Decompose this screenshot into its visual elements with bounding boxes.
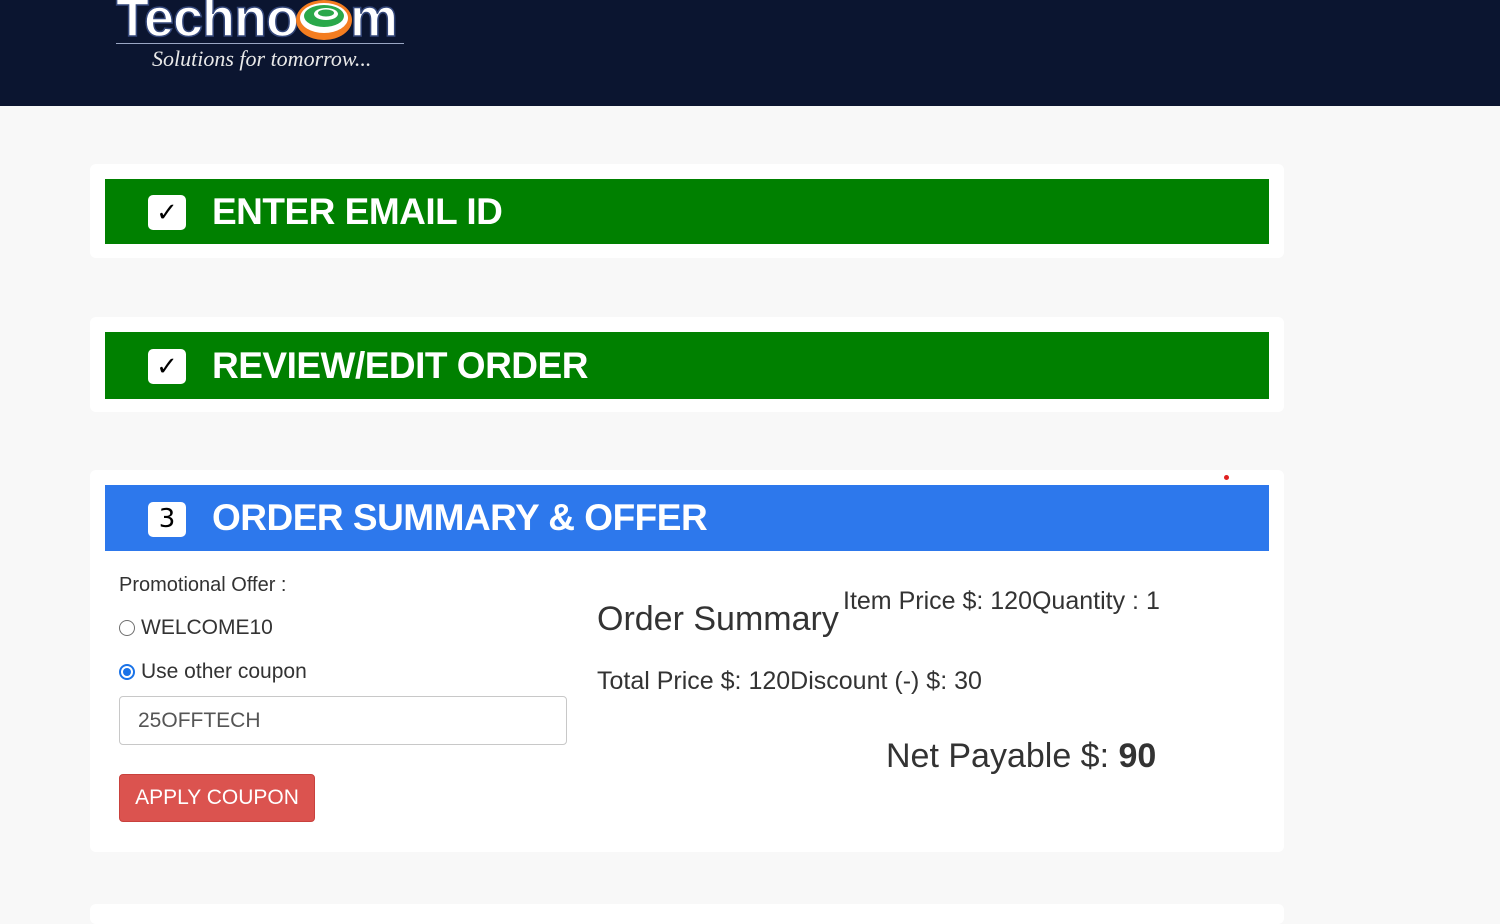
promo-offer-label: Promotional Offer :	[119, 574, 287, 596]
step-email-header[interactable]: ✓ ENTER EMAIL ID	[105, 179, 1269, 244]
quantity-value: 1	[1145, 587, 1160, 615]
coupon-option-label: WELCOME10	[141, 616, 273, 639]
step-number-badge: 3	[148, 501, 186, 537]
step-summary-header: 3 ORDER SUMMARY & OFFER	[105, 485, 1269, 551]
coupon-code-input[interactable]	[119, 696, 567, 745]
logo-tagline: Solutions for tomorrow...	[152, 46, 372, 71]
net-payable-line: Net Payable $: 90	[886, 737, 1156, 776]
step-summary-title: ORDER SUMMARY & OFFER	[212, 497, 708, 538]
logo-wordmark: Techno m	[115, 0, 399, 46]
total-price-label: Total Price $:	[597, 667, 749, 695]
step-review-header[interactable]: ✓ REVIEW/EDIT ORDER	[105, 332, 1269, 399]
step-review-panel: ✓ REVIEW/EDIT ORDER	[90, 317, 1284, 412]
next-step-panel	[90, 904, 1284, 924]
step-review-title: REVIEW/EDIT ORDER	[212, 344, 588, 386]
logo-globe-icon	[296, 0, 352, 40]
item-price-value: 120	[990, 587, 1032, 615]
quantity-label: Quantity :	[1031, 587, 1146, 615]
logo-divider	[116, 43, 404, 44]
svg-text:Techno: Techno	[116, 0, 298, 46]
coupon-option-label: Use other coupon	[141, 660, 307, 683]
svg-text:m: m	[350, 0, 398, 46]
step-email-title: ENTER EMAIL ID	[212, 190, 503, 232]
discount-label: Discount (-) $:	[790, 667, 955, 695]
apply-coupon-button[interactable]: APPLY COUPON	[119, 774, 315, 822]
coupon-option-other[interactable]: Use other coupon	[119, 660, 307, 684]
item-price-line: Item Price $: 120Quantity : 1	[843, 587, 1160, 616]
brand-logo[interactable]: Techno m Solutions for tomorrow...	[112, 0, 412, 78]
check-icon: ✓	[148, 349, 186, 384]
net-payable-label: Net Payable $:	[886, 737, 1119, 775]
discount-value: 30	[954, 667, 982, 695]
total-price-line: Total Price $: 120Discount (-) $: 30	[597, 667, 982, 696]
net-payable-value: 90	[1118, 737, 1157, 775]
radio-unchecked-icon[interactable]	[119, 620, 135, 636]
item-price-label: Item Price $:	[843, 587, 991, 615]
order-summary-title: Order Summary	[597, 600, 839, 638]
site-header: Techno m Solutions for tomorrow...	[0, 0, 1500, 106]
total-price-value: 120	[748, 667, 791, 695]
coupon-option-welcome10[interactable]: WELCOME10	[119, 616, 273, 640]
check-icon: ✓	[148, 195, 186, 230]
radio-checked-icon[interactable]	[119, 664, 135, 680]
step-email-panel: ✓ ENTER EMAIL ID	[90, 164, 1284, 258]
decorative-dot	[1224, 475, 1229, 480]
